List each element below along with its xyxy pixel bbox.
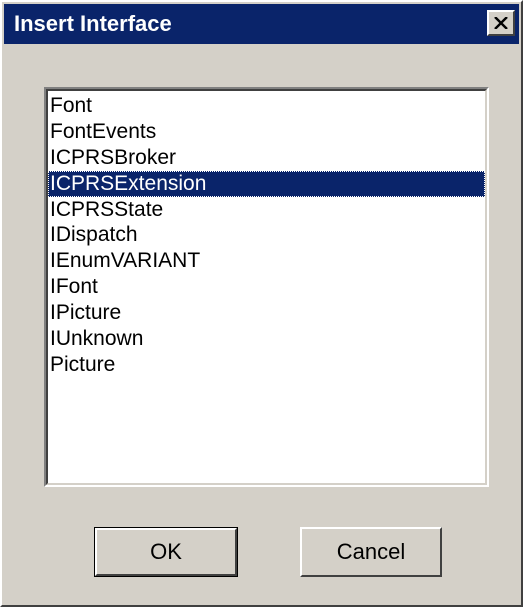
list-item[interactable]: Font (48, 93, 485, 119)
list-item[interactable]: Picture (48, 352, 485, 378)
cancel-button-label: Cancel (336, 539, 406, 564)
ok-button[interactable]: OK (94, 527, 238, 577)
list-item[interactable]: FontEvents (48, 119, 485, 145)
cancel-button[interactable]: Cancel (300, 527, 442, 577)
interface-listbox[interactable]: Font FontEvents ICPRSBroker ICPRSExtension I… (44, 87, 489, 487)
list-item[interactable]: ICPRSBroker (48, 145, 485, 171)
close-button[interactable] (487, 10, 515, 36)
list-item[interactable]: ICPRSState (48, 197, 485, 223)
list-item[interactable]: IUnknown (48, 326, 485, 352)
list-item[interactable]: IPicture (48, 300, 485, 326)
list-item[interactable]: IDispatch (48, 222, 485, 248)
interface-list: Font FontEvents ICPRSBroker ICPRSExtension I… (46, 89, 487, 485)
insert-interface-dialog: Insert Interface Font FontEvents ICPRSBrok… (0, 0, 523, 607)
list-item[interactable]: ICPRSExtension (48, 170, 485, 197)
dialog-title: Insert Interface (14, 11, 172, 36)
ok-button-label: OK (150, 539, 182, 564)
list-item[interactable]: IFont (48, 274, 485, 300)
list-item[interactable]: IEnumVARIANT (48, 248, 485, 274)
close-icon (494, 17, 508, 29)
title-bar[interactable]: Insert Interface (4, 4, 519, 44)
